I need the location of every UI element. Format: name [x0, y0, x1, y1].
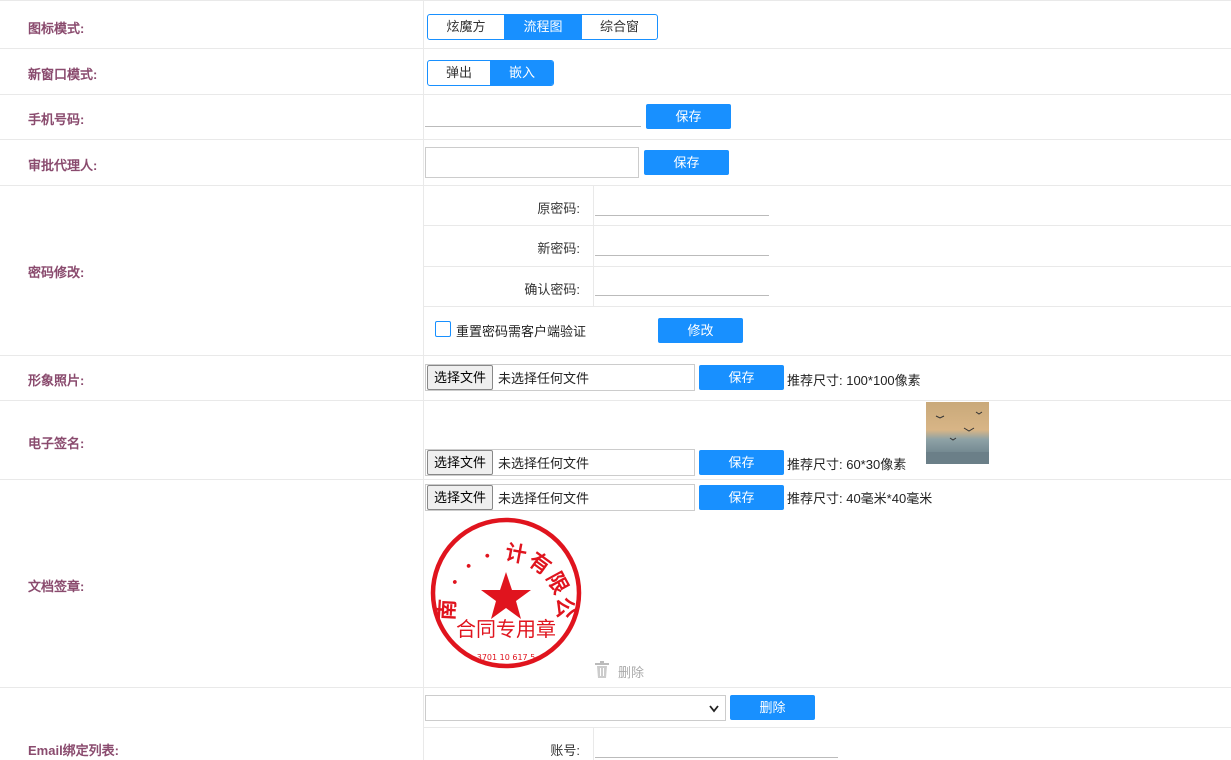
- row-email: Email绑定列表: 删除 账号:: [0, 688, 1231, 760]
- new-password-label: 新密码:: [537, 241, 580, 256]
- icon-mode-option-cube[interactable]: 炫魔方: [428, 15, 505, 39]
- email-account-label: 账号:: [550, 743, 580, 758]
- email-account-input[interactable]: [595, 757, 838, 758]
- stamp-label: 文档签章:: [28, 579, 85, 594]
- seal-number-text: 3701 10 617 5: [477, 653, 536, 662]
- delegate-save-button[interactable]: 保存: [644, 150, 729, 175]
- icon-mode-switch: 炫魔方 流程图 综合窗: [427, 14, 658, 40]
- stamp-delete-link[interactable]: 删除: [618, 662, 644, 681]
- window-mode-option-embed[interactable]: 嵌入: [491, 61, 553, 85]
- phone-input[interactable]: [425, 126, 641, 127]
- email-select[interactable]: [425, 695, 726, 721]
- reset-verify-checkbox[interactable]: [435, 321, 451, 337]
- window-mode-option-popup[interactable]: 弹出: [428, 61, 491, 85]
- stamp-file-input[interactable]: 选择文件 未选择任何文件: [425, 484, 695, 511]
- delegate-label: 审批代理人:: [28, 158, 98, 173]
- signature-no-file-text: 未选择任何文件: [498, 456, 590, 471]
- photo-save-button[interactable]: 保存: [699, 365, 784, 390]
- row-photo: 形象照片: 选择文件 未选择任何文件 保存 推荐尺寸: 100*100像素: [0, 356, 1231, 401]
- divider: [424, 727, 1231, 728]
- icon-mode-label: 图标模式:: [28, 21, 85, 36]
- confirm-password-label: 确认密码:: [524, 282, 580, 297]
- signature-save-button[interactable]: 保存: [699, 450, 784, 475]
- photo-file-input[interactable]: 选择文件 未选择任何文件: [425, 364, 695, 391]
- icon-mode-option-combined[interactable]: 综合窗: [582, 15, 657, 39]
- phone-save-button[interactable]: 保存: [646, 104, 731, 129]
- email-delete-button[interactable]: 删除: [730, 695, 815, 720]
- signature-preview-image: [926, 402, 989, 464]
- row-window-mode: 新窗口模式: 弹出 嵌入: [0, 49, 1231, 95]
- photo-label: 形象照片:: [28, 373, 85, 388]
- seal-image: 济南 · · · 计有限公司 合同专用章 3701 10 617 5: [424, 514, 582, 669]
- divider: [424, 225, 1231, 226]
- photo-choose-file-button[interactable]: 选择文件: [427, 365, 494, 390]
- seal-center-text: 合同专用章: [456, 617, 556, 641]
- row-signature: 电子签名: 选择文件 未选择任何文件 保存 推荐尺寸: 60*30像素: [0, 401, 1231, 480]
- window-mode-switch: 弹出 嵌入: [427, 60, 554, 86]
- password-submit-button[interactable]: 修改: [658, 318, 743, 343]
- divider: [424, 266, 1231, 267]
- photo-size-hint: 推荐尺寸: 100*100像素: [787, 373, 921, 388]
- divider: [424, 306, 1231, 307]
- icon-mode-option-flowchart[interactable]: 流程图: [505, 15, 582, 39]
- stamp-no-file-text: 未选择任何文件: [498, 491, 590, 506]
- new-password-input[interactable]: [595, 255, 769, 256]
- divider: [593, 186, 594, 306]
- phone-label: 手机号码:: [28, 112, 85, 127]
- stamp-size-hint: 推荐尺寸: 40毫米*40毫米: [787, 491, 933, 506]
- row-icon-mode: 图标模式: 炫魔方 流程图 综合窗: [0, 0, 1231, 49]
- row-delegate: 审批代理人: 保存: [0, 140, 1231, 186]
- trash-icon[interactable]: [594, 661, 610, 679]
- stamp-choose-file-button[interactable]: 选择文件: [427, 485, 494, 510]
- signature-size-hint: 推荐尺寸: 60*30像素: [787, 457, 907, 472]
- stamp-save-button[interactable]: 保存: [699, 485, 784, 510]
- old-password-label: 原密码:: [537, 201, 580, 216]
- window-mode-label: 新窗口模式:: [28, 67, 98, 82]
- signature-file-input[interactable]: 选择文件 未选择任何文件: [425, 449, 695, 476]
- row-phone: 手机号码: 保存: [0, 95, 1231, 140]
- signature-choose-file-button[interactable]: 选择文件: [427, 450, 494, 475]
- email-label: Email绑定列表:: [28, 743, 120, 758]
- delegate-input[interactable]: [425, 147, 639, 178]
- reset-verify-label: 重置密码需客户端验证: [456, 324, 587, 339]
- photo-no-file-text: 未选择任何文件: [498, 371, 590, 386]
- divider: [593, 728, 594, 760]
- row-password: 密码修改: 原密码: 新密码: 确认密码: 重置密码需客户端验证 修改: [0, 186, 1231, 356]
- old-password-input[interactable]: [595, 215, 769, 216]
- chevron-down-icon: [709, 705, 719, 713]
- password-label: 密码修改:: [28, 265, 85, 280]
- signature-label: 电子签名:: [28, 436, 85, 451]
- confirm-password-input[interactable]: [595, 295, 769, 296]
- row-stamp: 文档签章: 选择文件 未选择任何文件 保存 推荐尺寸: 40毫米*40毫米 济南…: [0, 480, 1231, 688]
